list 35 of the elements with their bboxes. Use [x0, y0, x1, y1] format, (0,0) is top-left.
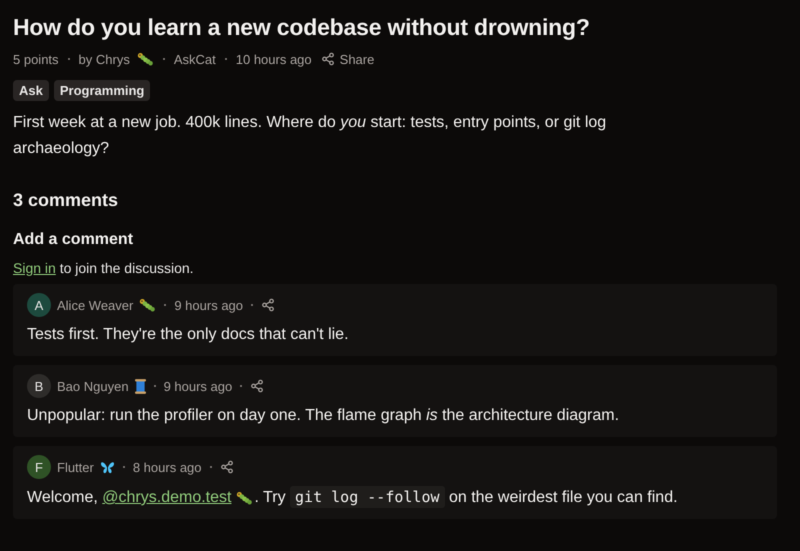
sign-in-link[interactable]: Sign in: [13, 260, 56, 276]
avatar: B: [27, 374, 51, 398]
tag[interactable]: Programming: [54, 80, 150, 101]
post-time: 10 hours ago: [236, 52, 312, 66]
comment-text: Tests first. They're the only docs that can't lie.: [27, 325, 350, 345]
points-count: 5 points: [13, 52, 59, 66]
comment-time: 9 hours ago: [164, 378, 232, 394]
share-icon[interactable]: [250, 379, 264, 393]
comment-time: 8 hours ago: [132, 460, 202, 474]
add-comment-heading: Add a comment: [13, 230, 134, 250]
comment-author: Flutter: [57, 460, 94, 474]
post-body: First week at a new job. 400k lines. Where do you start: tests, entry points, or git log archaeology?: [13, 113, 608, 159]
mention-link[interactable]: @chrys.demo.test: [102, 489, 232, 506]
post-title: How do you learn a new codebase without drowning?: [13, 13, 591, 42]
caterpillar-icon: [139, 298, 156, 312]
category-label: AskCat: [174, 52, 216, 66]
avatar: A: [27, 293, 51, 317]
sign-in-text: to join the discussion.: [58, 260, 194, 276]
spool-icon: [134, 378, 146, 394]
caterpillar-icon: [236, 490, 254, 505]
comment-author: Bao Nguyen: [57, 378, 129, 394]
author-name: by Chrys: [78, 52, 130, 66]
share-icon[interactable]: [220, 460, 234, 474]
comments-heading: 3 comments: [13, 189, 120, 212]
comment-text: Welcome, @chrys.demo.test . Try git log --follow on the weirdest file you can find.: [27, 486, 679, 509]
tag[interactable]: Ask: [13, 80, 49, 101]
butterfly-icon: [100, 460, 115, 474]
comment-author: Alice Weaver: [57, 298, 134, 312]
share-button[interactable]: Share: [320, 52, 374, 66]
comment-time: 9 hours ago: [174, 298, 244, 312]
caterpillar-icon: [136, 52, 154, 66]
avatar: F: [27, 455, 51, 479]
comment-text: Unpopular: run the profiler on day one. The flame graph is the architecture diagram.: [27, 406, 620, 426]
share-icon: [320, 52, 335, 66]
share-icon[interactable]: [261, 298, 276, 312]
